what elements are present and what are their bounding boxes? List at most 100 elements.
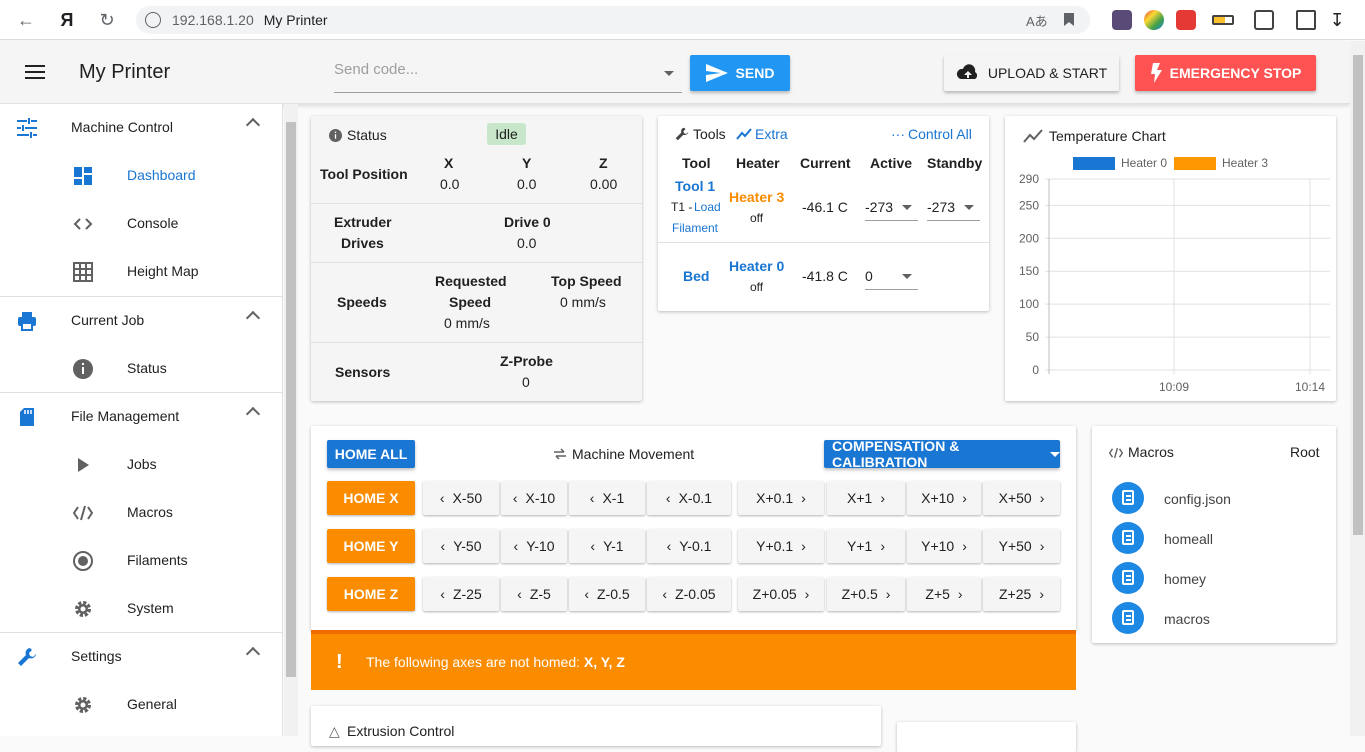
macro-item[interactable]: macros [1164,611,1210,627]
move-button-label: X+1 [847,490,873,506]
sidebar-item-general[interactable]: General [0,681,283,729]
sidebar-group-machine-control[interactable]: Machine Control [0,104,283,152]
yandex-icon[interactable]: Я [57,10,77,30]
home-y-button[interactable]: HOME Y [327,529,415,563]
move-y-plus-button[interactable]: Y+0.1 › [738,529,824,563]
video-extension-icon[interactable] [1176,10,1196,30]
move-z-plus-button[interactable]: Z+25 › [983,577,1060,611]
tool1-standby-select[interactable]: -273 [927,195,980,221]
load-filament-link-line2[interactable]: Filament [672,221,718,235]
requested-speed-label-line2: Speed [449,294,492,310]
home-x-button[interactable]: HOME X [327,481,415,515]
move-y-minus-button[interactable]: ‹ Y-50 [423,529,499,563]
load-filament-link[interactable]: Load [694,200,721,214]
clipboard-icon[interactable] [1112,562,1144,594]
sidebar-group-file-management[interactable]: File Management [0,393,283,441]
bed-active-select[interactable]: 0 [865,264,918,290]
move-y-minus-button[interactable]: ‹ Y-10 [501,529,567,563]
move-button-label: Y-10 [526,538,555,554]
send-code-input[interactable] [334,61,634,78]
emergency-stop-button[interactable]: EMERGENCY STOP [1135,55,1316,91]
move-z-minus-button[interactable]: ‹ Z-5 [501,577,567,611]
battery-icon[interactable] [1212,15,1234,25]
tool1-active-select[interactable]: -273 [865,195,918,221]
divider [311,203,642,204]
chevron-up-icon[interactable] [245,646,261,662]
bed-heater[interactable]: Heater 0 [729,258,784,274]
sidebar-scrollbar[interactable] [284,104,298,736]
pinwheel-extension-icon[interactable] [1144,10,1164,30]
clipboard-icon[interactable] [1112,602,1144,634]
move-x-plus-button[interactable]: X+1 › [827,481,905,515]
sidebar-item-filaments[interactable]: Filaments [0,537,283,585]
tool1-name[interactable]: Tool 1 [675,178,715,194]
sidebar-scrollbar-thumb[interactable] [286,122,296,677]
home-z-button[interactable]: HOME Z [327,577,415,611]
move-y-plus-button[interactable]: Y+1 › [827,529,905,563]
move-y-minus-button[interactable]: ‹ Y-0.1 [647,529,731,563]
move-x-minus-button[interactable]: ‹ X-1 [569,481,645,515]
extension-puzzle-icon[interactable] [1112,10,1132,30]
bed-name[interactable]: Bed [683,268,709,284]
clipboard-icon[interactable] [1112,482,1144,514]
bookmark-icon[interactable] [1064,13,1074,26]
chevron-up-icon[interactable] [245,406,261,422]
sidebar-group-settings[interactable]: Settings [0,633,283,681]
page-scrollbar[interactable] [1350,41,1365,736]
extra-link[interactable]: Extra [755,126,788,142]
clipboard-icon[interactable] [1112,522,1144,554]
sidebar-item-status[interactable]: Status [0,345,283,393]
address-bar[interactable]: 192.168.1.20 My Printer Aあ [136,6,1090,34]
back-arrow-icon[interactable]: ← [16,10,36,30]
sidebar-item-console[interactable]: Console [0,200,283,248]
reload-icon[interactable]: ↻ [97,10,117,30]
move-x-plus-button[interactable]: X+0.1 › [738,481,824,515]
sidebar-item-height-map[interactable]: Height Map [0,248,283,296]
move-y-plus-button[interactable]: Y+10 › [907,529,981,563]
move-y-minus-button[interactable]: ‹ Y-1 [569,529,645,563]
move-z-plus-button[interactable]: Z+0.05 › [738,577,824,611]
move-y-plus-button[interactable]: Y+50 › [983,529,1060,563]
move-z-minus-button[interactable]: ‹ Z-0.5 [569,577,645,611]
chevron-up-icon[interactable] [245,117,261,133]
home-all-button[interactable]: HOME ALL [327,440,415,468]
move-x-plus-button[interactable]: X+50 › [983,481,1060,515]
move-z-plus-button[interactable]: Z+5 › [907,577,981,611]
move-z-minus-button[interactable]: ‹ Z-25 [423,577,499,611]
send-button-label: SEND [735,65,775,81]
move-button-label: Z-5 [529,586,551,602]
macro-item[interactable]: homey [1164,571,1206,587]
sidebar-group-current-job[interactable]: Current Job [0,297,283,345]
move-x-minus-button[interactable]: ‹ X-10 [501,481,567,515]
sidebar-item-system[interactable]: System [0,585,283,633]
dropdown-icon [902,205,912,210]
sidebar-item-jobs[interactable]: Jobs [0,441,283,489]
move-z-plus-button[interactable]: Z+0.5 › [827,577,905,611]
move-z-minus-button[interactable]: ‹ Z-0.05 [647,577,731,611]
upload-start-button[interactable]: UPLOAD & START [944,55,1119,91]
tool1-heater[interactable]: Heater 3 [729,189,784,205]
tool1-current-temp: -46.1 C [802,199,848,215]
send-code-field[interactable] [334,61,682,93]
menu-icon[interactable] [25,65,45,79]
send-button[interactable]: SEND [690,55,790,91]
move-x-minus-button[interactable]: ‹ X-50 [423,481,499,515]
macro-item[interactable]: homeall [1164,531,1213,547]
chat-extension-icon[interactable] [1254,10,1274,30]
more-dots-icon[interactable]: ··· [891,126,905,142]
page-scrollbar-thumb[interactable] [1353,55,1363,535]
chevron-up-icon[interactable] [245,310,261,326]
move-button-label: Y+1 [847,538,873,554]
macro-item[interactable]: config.json [1164,491,1231,507]
send-code-dropdown-icon[interactable] [664,71,674,76]
download-icon[interactable]: ↧ [1327,10,1347,30]
sidebar-item-dashboard[interactable]: Dashboard [0,152,283,200]
sidebar-item-macros[interactable]: Macros [0,489,283,537]
move-x-plus-button[interactable]: X+10 › [907,481,981,515]
move-x-minus-button[interactable]: ‹ X-0.1 [647,481,731,515]
compensation-calibration-button[interactable]: COMPENSATION & CALIBRATION [824,438,1060,470]
control-all-link[interactable]: Control All [908,126,972,142]
macros-root-breadcrumb[interactable]: Root [1290,444,1320,460]
translate-icon[interactable]: Aあ [1026,11,1048,30]
image-extension-icon[interactable] [1296,10,1316,30]
